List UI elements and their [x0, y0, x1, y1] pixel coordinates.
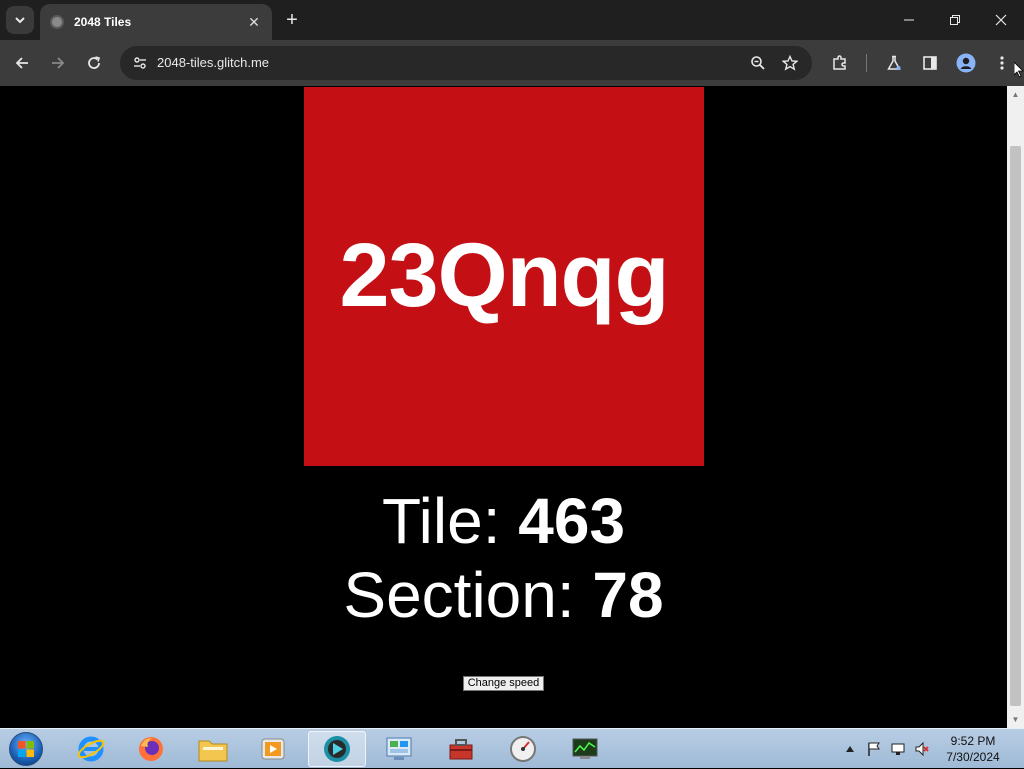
tile-word: 23Qnqg [339, 226, 669, 326]
taskbar-media-player[interactable] [244, 731, 302, 767]
close-window-button[interactable] [978, 0, 1024, 40]
menu-button[interactable] [988, 49, 1016, 77]
taskbar-active-app[interactable] [308, 731, 366, 767]
restore-button[interactable] [932, 0, 978, 40]
tile-line: Tile: 463 [0, 484, 1007, 558]
chevron-up-icon [846, 746, 854, 752]
gauge-icon [510, 736, 536, 762]
back-button[interactable] [8, 49, 36, 77]
tab-search-button[interactable] [6, 6, 34, 34]
close-icon [995, 14, 1007, 26]
tile-display: 23Qnqg [304, 87, 704, 466]
labs-button[interactable] [880, 49, 908, 77]
scroll-thumb[interactable] [1010, 146, 1021, 706]
taskbar-task-manager[interactable] [556, 731, 614, 767]
tile-label: Tile: [381, 485, 519, 557]
address-bar[interactable]: 2048-tiles.glitch.me [120, 46, 812, 80]
site-info-icon[interactable] [128, 51, 152, 75]
scroll-up-arrow-icon[interactable]: ▲ [1007, 86, 1024, 103]
scroll-down-arrow-icon[interactable]: ▼ [1007, 711, 1024, 728]
flag-icon [868, 742, 880, 756]
change-speed-button[interactable]: Change speed [463, 676, 544, 691]
extensions-button[interactable] [826, 49, 854, 77]
taskbar-firefox[interactable] [122, 731, 180, 767]
media-player-icon [261, 738, 285, 760]
windows-logo-icon [9, 732, 43, 766]
bookmark-star-icon[interactable] [778, 51, 802, 75]
chevron-down-icon [15, 17, 25, 24]
tab-strip: 2048 Tiles ✕ + [0, 0, 1024, 40]
browser-toolbar: 2048-tiles.glitch.me [0, 40, 1024, 86]
tab-title: 2048 Tiles [74, 15, 132, 29]
app-orb-icon [324, 736, 350, 762]
active-tab[interactable]: 2048 Tiles ✕ [40, 4, 272, 40]
taskbar-speed-test[interactable] [494, 731, 552, 767]
zoom-icon[interactable] [746, 51, 770, 75]
control-panel-icon [386, 737, 412, 760]
taskbar: 9:52 PM 7/30/2024 [0, 728, 1024, 768]
globe-icon [50, 15, 64, 29]
monitor-chart-icon [572, 738, 598, 759]
internet-explorer-icon [77, 736, 105, 762]
side-panel-icon [923, 56, 937, 70]
firefox-icon [139, 737, 163, 761]
forward-button[interactable] [44, 49, 72, 77]
arrow-left-icon [15, 57, 28, 69]
reload-button[interactable] [80, 49, 108, 77]
side-panel-button[interactable] [916, 49, 944, 77]
page-scrollbar[interactable]: ▲ ▼ [1007, 86, 1024, 728]
mouse-cursor-icon [1013, 61, 1024, 83]
show-hidden-icons[interactable] [843, 729, 857, 769]
clock-date: 7/30/2024 [946, 750, 1000, 764]
minimize-button[interactable] [886, 0, 932, 40]
close-tab-icon[interactable]: ✕ [246, 14, 262, 30]
taskbar-toolbox[interactable] [432, 731, 490, 767]
profile-button[interactable] [952, 49, 980, 77]
taskbar-file-explorer[interactable] [184, 731, 242, 767]
taskbar-control-panel[interactable] [370, 731, 428, 767]
network-tray[interactable] [888, 729, 908, 769]
minimize-icon [904, 19, 914, 21]
start-button[interactable] [6, 731, 46, 767]
network-icon [891, 743, 905, 755]
taskbar-clock[interactable]: 9:52 PM 7/30/2024 [928, 733, 1018, 765]
restore-icon [950, 15, 960, 25]
tile-number: 463 [518, 485, 626, 557]
avatar-icon [956, 53, 976, 73]
new-tab-button[interactable]: + [280, 8, 304, 32]
folder-icon [198, 740, 228, 762]
action-center-flag[interactable] [864, 729, 884, 769]
toolbar-separator [866, 54, 867, 72]
section-number: 78 [592, 559, 664, 631]
puzzle-icon [833, 55, 846, 70]
page-viewport: 23Qnqg Tile: 463 Section: 78 Change spee… [0, 86, 1007, 728]
section-line: Section: 78 [0, 558, 1007, 632]
flask-icon [887, 55, 901, 70]
clock-time: 9:52 PM [950, 734, 996, 748]
reload-icon [88, 56, 100, 69]
taskbar-internet-explorer[interactable] [62, 731, 120, 767]
kebab-menu-icon [1000, 56, 1004, 70]
arrow-right-icon [52, 57, 65, 69]
url-text: 2048-tiles.glitch.me [157, 55, 269, 70]
toolbox-icon [449, 739, 473, 760]
section-label: Section: [343, 559, 593, 631]
